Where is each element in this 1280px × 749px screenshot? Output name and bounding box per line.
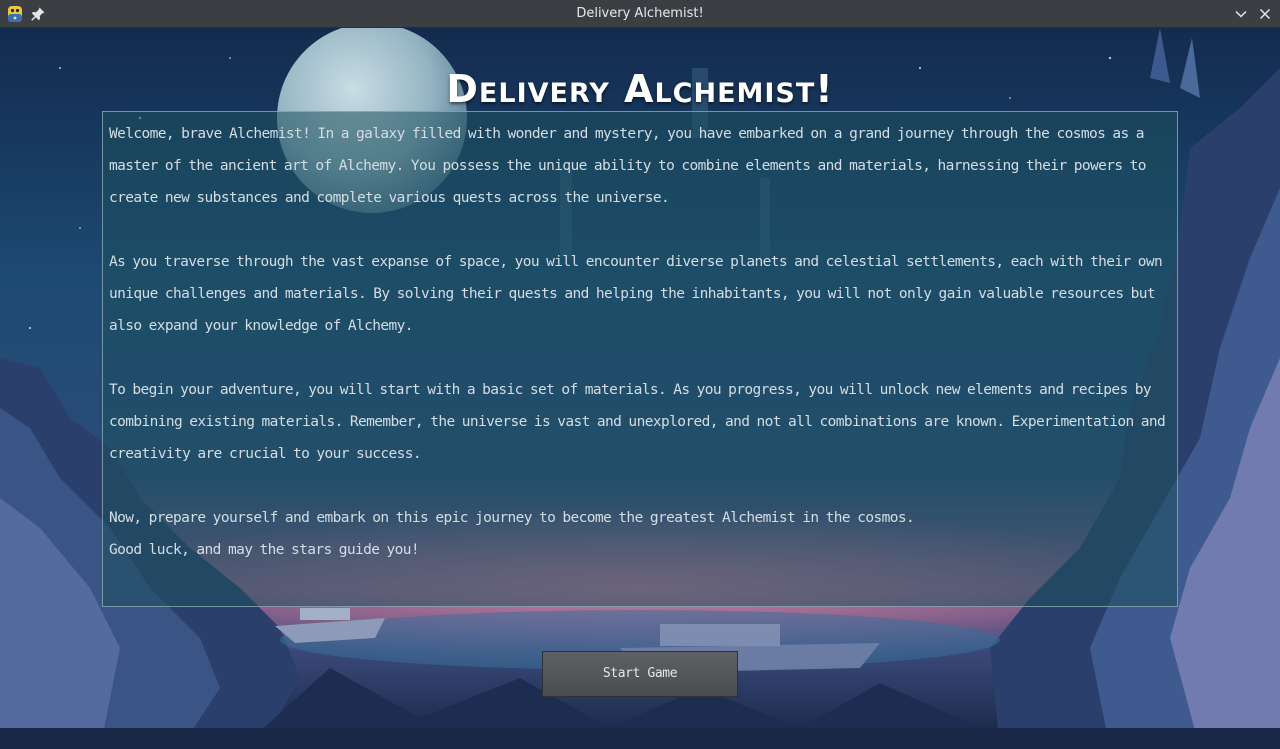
window-titlebar[interactable]: Delivery Alchemist!	[0, 0, 1280, 28]
story-paragraph-3: To begin your adventure, you will start …	[109, 382, 1166, 462]
story-paragraph-4: Now, prepare yourself and embark on this…	[109, 510, 915, 526]
close-icon[interactable]	[1256, 5, 1274, 23]
story-text-panel: Welcome, brave Alchemist! In a galaxy fi…	[102, 111, 1178, 607]
start-game-button[interactable]: Start Game	[542, 651, 738, 697]
story-paragraph-5: Good luck, and may the stars guide you!	[109, 542, 420, 558]
game-title: Delivery Alchemist!	[446, 67, 834, 112]
game-scene: Delivery Alchemist! Welcome, brave Alche…	[0, 28, 1280, 749]
game-window: Delivery Alchemist! Delivery Alchemist! …	[0, 0, 1280, 749]
minimize-icon[interactable]	[1232, 5, 1250, 23]
story-paragraph-1: Welcome, brave Alchemist! In a galaxy fi…	[109, 126, 1146, 206]
story-paragraph-2: As you traverse through the vast expanse…	[109, 254, 1163, 334]
window-title: Delivery Alchemist!	[576, 6, 704, 21]
